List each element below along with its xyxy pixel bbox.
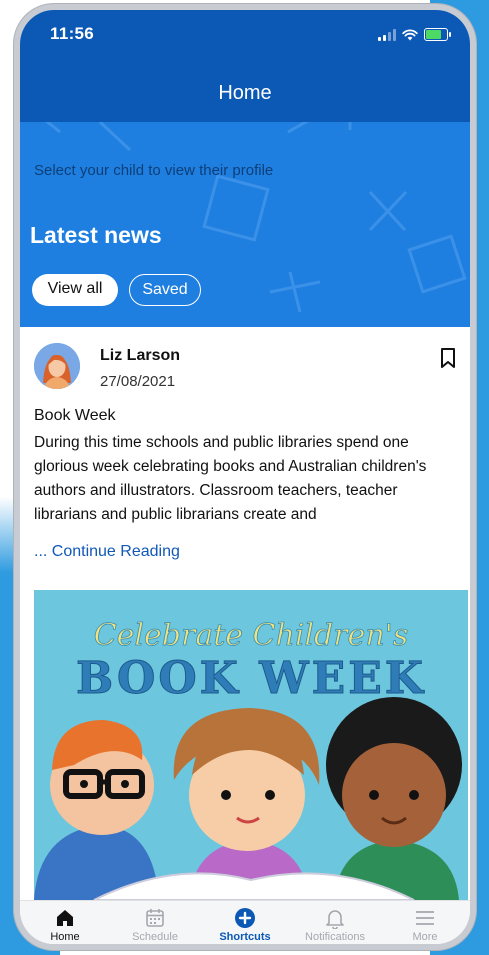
home-icon (57, 910, 73, 926)
book-week-illustration: Celebrate Children's BOOK WEEK (34, 590, 468, 900)
menu-icon (416, 911, 434, 925)
tab-home[interactable]: Home (20, 901, 110, 944)
view-all-button[interactable]: View all (32, 274, 118, 306)
bookmark-icon[interactable] (440, 347, 456, 369)
phone-frame: 11:56 Home Select your child to view the… (14, 4, 476, 950)
tab-home-label: Home (50, 931, 80, 943)
bell-icon (326, 910, 344, 929)
tab-more-label: More (412, 931, 438, 943)
tab-notifications-label: Notifications (305, 931, 365, 943)
latest-news-heading: Latest news (30, 222, 162, 248)
avatar-illustration (34, 343, 80, 389)
page-title: Home (20, 68, 470, 122)
signal-icon (378, 28, 396, 41)
news-post: Liz Larson 27/08/2021 Book Week During t… (20, 327, 470, 900)
phone-screen: 11:56 Home Select your child to view the… (20, 10, 470, 944)
post-image[interactable]: Celebrate Children's BOOK WEEK (34, 590, 468, 900)
tab-more[interactable]: More (380, 901, 470, 944)
calendar-icon (146, 909, 164, 927)
plus-circle-icon (235, 908, 255, 928)
tab-schedule[interactable]: Schedule (110, 901, 200, 944)
tab-schedule-label: Schedule (132, 931, 178, 943)
tab-bar: Home Schedule Shortcuts Notifications Mo… (20, 900, 470, 944)
post-title: Book Week (34, 407, 116, 424)
image-line-1: Celebrate Children's (94, 618, 409, 653)
post-date: 27/08/2021 (100, 373, 176, 390)
author-name: Liz Larson (100, 347, 181, 364)
avatar (34, 343, 80, 389)
continue-reading-link[interactable]: ... Continue Reading (34, 543, 180, 561)
battery-icon (424, 28, 451, 41)
tab-shortcuts[interactable]: Shortcuts (200, 901, 290, 944)
status-icons (378, 28, 451, 41)
hero-section: Select your child to view their profile … (20, 122, 470, 327)
saved-button[interactable]: Saved (129, 274, 201, 306)
wifi-icon (402, 28, 418, 40)
image-line-2: BOOK WEEK (76, 653, 426, 704)
hero-subtitle[interactable]: Select your child to view their profile (34, 162, 273, 179)
tab-shortcuts-label: Shortcuts (219, 931, 271, 943)
status-time: 11:56 (50, 24, 95, 43)
status-bar: 11:56 (20, 10, 470, 68)
post-body: During this time schools and public libr… (34, 434, 427, 523)
tab-notifications[interactable]: Notifications (290, 901, 380, 944)
